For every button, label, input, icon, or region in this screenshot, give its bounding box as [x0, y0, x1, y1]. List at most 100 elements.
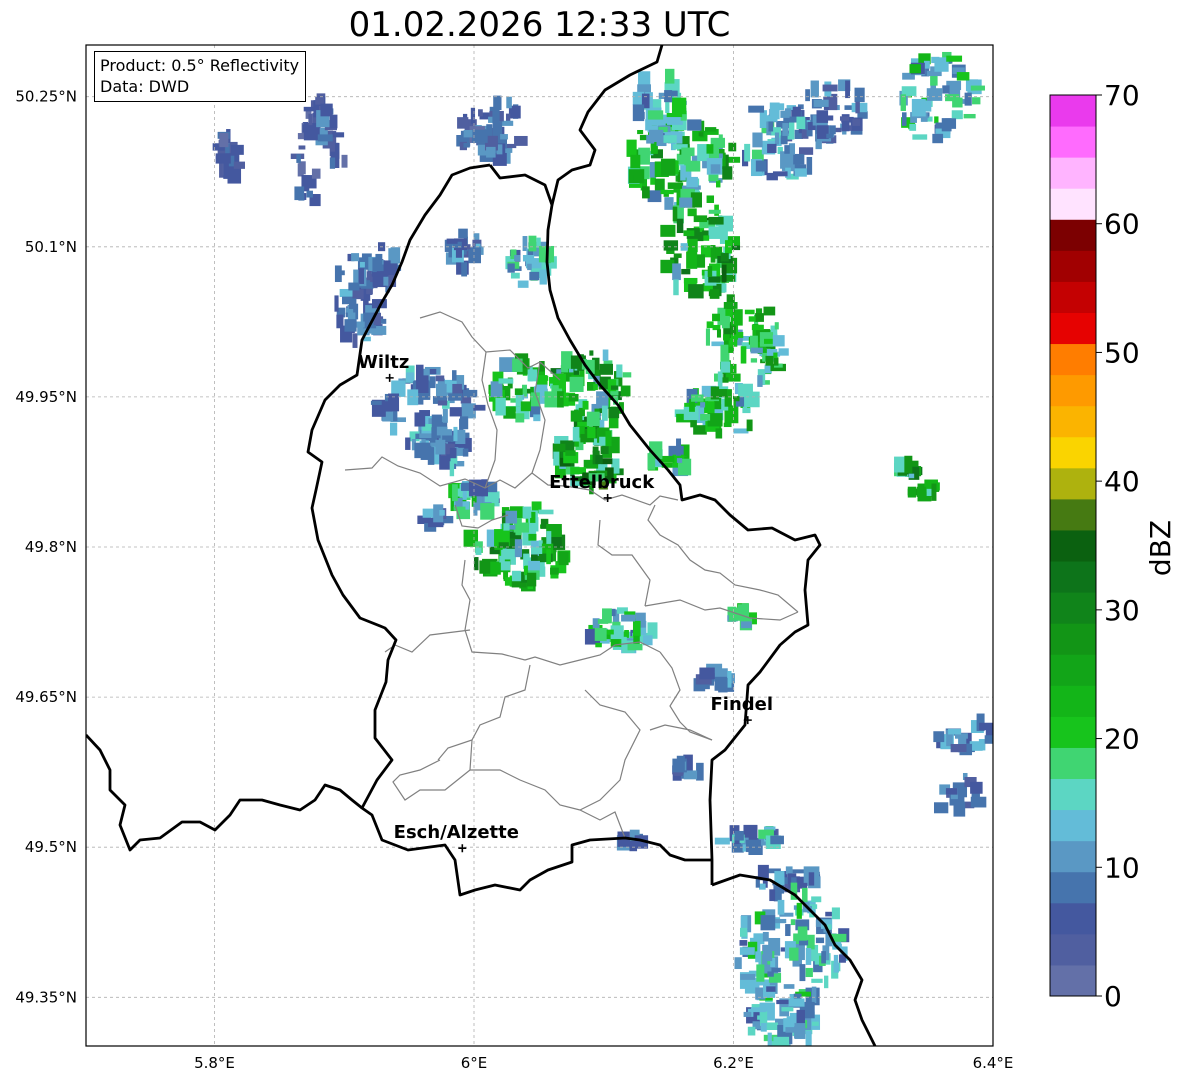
- radar-echo: [311, 168, 321, 179]
- radar-echo: [740, 621, 752, 629]
- radar-echo: [506, 96, 512, 109]
- radar-echo: [789, 947, 799, 961]
- radar-echo: [806, 156, 813, 175]
- radar-echo: [755, 160, 767, 172]
- radar-echo: [608, 406, 620, 419]
- radar-echo: [503, 523, 510, 531]
- radar-echo: [706, 144, 714, 154]
- radar-echo: [459, 416, 469, 430]
- radar-echo: [452, 484, 458, 502]
- radar-echo: [833, 954, 839, 966]
- colorbar-swatch: [1050, 840, 1096, 873]
- radar-echo: [550, 567, 559, 575]
- radar-echo: [926, 88, 943, 101]
- radar-echo: [586, 411, 600, 427]
- colorbar-swatch: [1050, 654, 1096, 686]
- radar-echo: [734, 830, 744, 841]
- radar-echo: [320, 103, 333, 117]
- radar-echo: [332, 132, 345, 138]
- radar-echo: [602, 608, 612, 624]
- radar-echo: [676, 755, 685, 773]
- lat-tick-label: 50.25°N: [15, 88, 77, 106]
- radar-echo: [660, 158, 676, 176]
- radar-echo: [742, 407, 751, 414]
- city-label: Findel: [710, 694, 773, 715]
- colorbar-swatch: [1050, 747, 1096, 780]
- radar-echo: [775, 918, 787, 924]
- radar-echo: [492, 109, 500, 124]
- radar-echo: [527, 369, 538, 382]
- radar-echo: [909, 123, 917, 131]
- radar-echo: [601, 405, 608, 421]
- radar-echo: [514, 539, 523, 558]
- radar-echo: [435, 375, 445, 382]
- radar-echo: [463, 129, 473, 138]
- radar-echo: [771, 967, 781, 973]
- data-source-label: Data: DWD: [100, 77, 190, 96]
- radar-echo: [805, 89, 810, 102]
- lon-tick-label: 6.2°E: [713, 1054, 754, 1072]
- radar-echo: [693, 215, 708, 223]
- radar-echo: [569, 376, 584, 392]
- colorbar-swatch: [1050, 685, 1096, 717]
- radar-echo: [722, 166, 733, 180]
- radar-echo: [449, 461, 455, 477]
- radar-echo: [527, 263, 532, 271]
- radar-echo: [747, 1026, 756, 1036]
- radar-echo: [510, 272, 520, 279]
- radar-echo: [733, 428, 749, 434]
- radar-echo: [717, 371, 723, 387]
- radar-echo: [945, 788, 958, 795]
- radar-echo: [740, 346, 747, 364]
- radar-echo: [707, 266, 713, 277]
- radar-echo: [522, 506, 532, 518]
- radar-echo: [676, 458, 683, 463]
- radar-echo: [718, 677, 728, 693]
- radar-echo: [406, 372, 415, 382]
- radar-echo: [815, 937, 825, 944]
- radar-echo: [375, 253, 383, 271]
- colorbar-swatch: [1050, 157, 1096, 189]
- radar-echo: [720, 361, 731, 373]
- city-label: Wiltz: [358, 352, 409, 373]
- radar-echo: [654, 178, 665, 192]
- radar-echo: [527, 560, 540, 571]
- radar-echo: [436, 426, 448, 436]
- radar-echo: [805, 947, 812, 965]
- radar-echo: [743, 1011, 752, 1017]
- radar-echo: [390, 247, 401, 264]
- radar-echo: [541, 375, 549, 381]
- radar-echo: [781, 1007, 794, 1012]
- radar-echo: [647, 110, 664, 120]
- radar-echo: [587, 426, 596, 439]
- radar-echo: [546, 531, 552, 544]
- colorbar-swatch: [1050, 374, 1096, 407]
- colorbar-tick-label: 50: [1104, 336, 1140, 369]
- colorbar-tick-label: 40: [1104, 465, 1140, 498]
- product-label: Product: 0.5° Reflectivity: [100, 56, 300, 75]
- radar-site-marker[interactable]: [1180, 231, 1184, 242]
- radar-echo: [439, 509, 445, 516]
- radar-echo: [956, 72, 970, 81]
- radar-echo: [785, 866, 793, 875]
- radar-echo: [792, 869, 806, 874]
- radar-echo: [461, 262, 468, 277]
- radar-echo: [572, 426, 580, 442]
- radar-echo: [750, 358, 758, 363]
- colorbar-swatch: [1050, 498, 1096, 531]
- radar-echo: [359, 261, 365, 268]
- radar-echo: [352, 289, 364, 300]
- radar-echo: [520, 401, 531, 412]
- radar-echo: [511, 570, 522, 582]
- colorbar-swatch: [1050, 529, 1096, 562]
- radar-echo: [953, 801, 966, 817]
- radar-echo: [514, 388, 523, 395]
- radar-echo: [570, 410, 583, 422]
- radar-echo: [437, 400, 448, 406]
- radar-echo: [686, 251, 698, 269]
- radar-echo: [854, 87, 865, 103]
- latitude-axis: 50.25°N 50.1°N 49.95°N 49.8°N 49.65°N 49.5°N 4…: [15, 88, 77, 1007]
- radar-echo: [558, 551, 569, 566]
- radar-echo: [453, 426, 458, 442]
- lat-tick-label: 49.8°N: [25, 538, 77, 556]
